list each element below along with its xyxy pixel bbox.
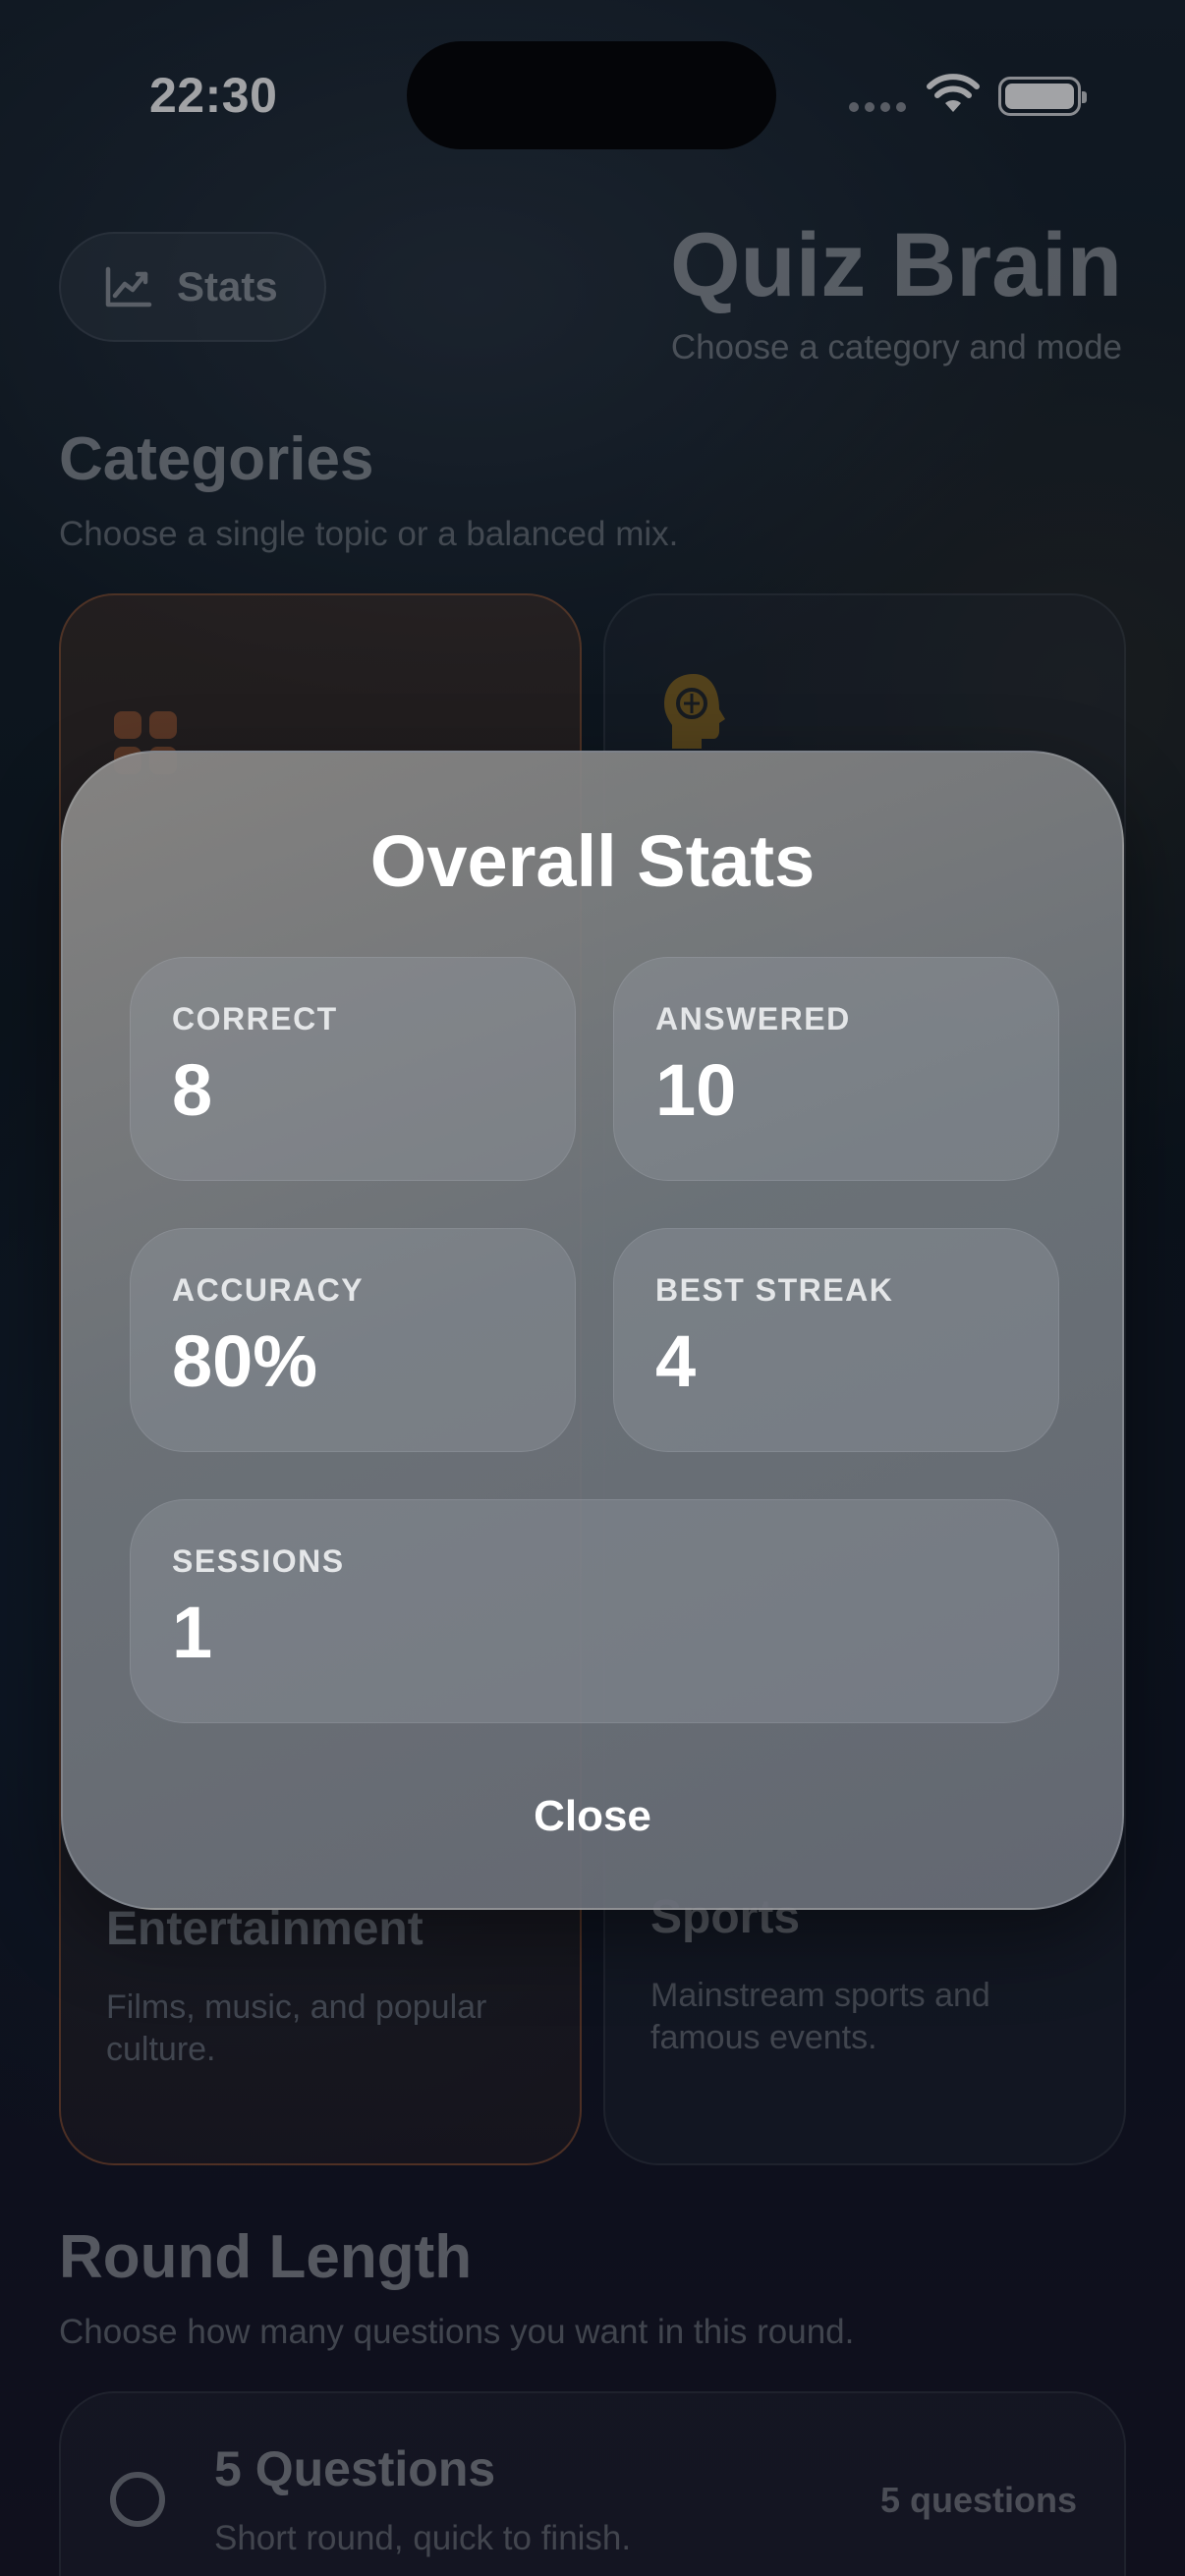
stat-tile-best-streak: BEST STREAK 4 [613, 1228, 1059, 1452]
stat-value: 10 [655, 1049, 737, 1131]
stat-label: ANSWERED [655, 1001, 851, 1036]
stat-value: 80% [172, 1320, 318, 1402]
stats-modal: Overall Stats CORRECT 8 ANSWERED 10 ACCU… [61, 751, 1124, 1910]
stat-value: 4 [655, 1320, 697, 1402]
stat-tile-answered: ANSWERED 10 [613, 957, 1059, 1181]
modal-title: Overall Stats [369, 820, 816, 902]
stat-tile-sessions: SESSIONS 1 [130, 1499, 1059, 1723]
stat-label: ACCURACY [172, 1272, 365, 1308]
close-button[interactable]: Close [63, 1792, 1122, 1841]
stat-label: CORRECT [172, 1001, 338, 1036]
stat-label: SESSIONS [172, 1543, 345, 1579]
stat-label: BEST STREAK [655, 1272, 894, 1308]
stat-tile-correct: CORRECT 8 [130, 957, 576, 1181]
stat-tile-accuracy: ACCURACY 80% [130, 1228, 576, 1452]
stat-value: 8 [172, 1049, 213, 1131]
stat-value: 1 [172, 1592, 213, 1673]
